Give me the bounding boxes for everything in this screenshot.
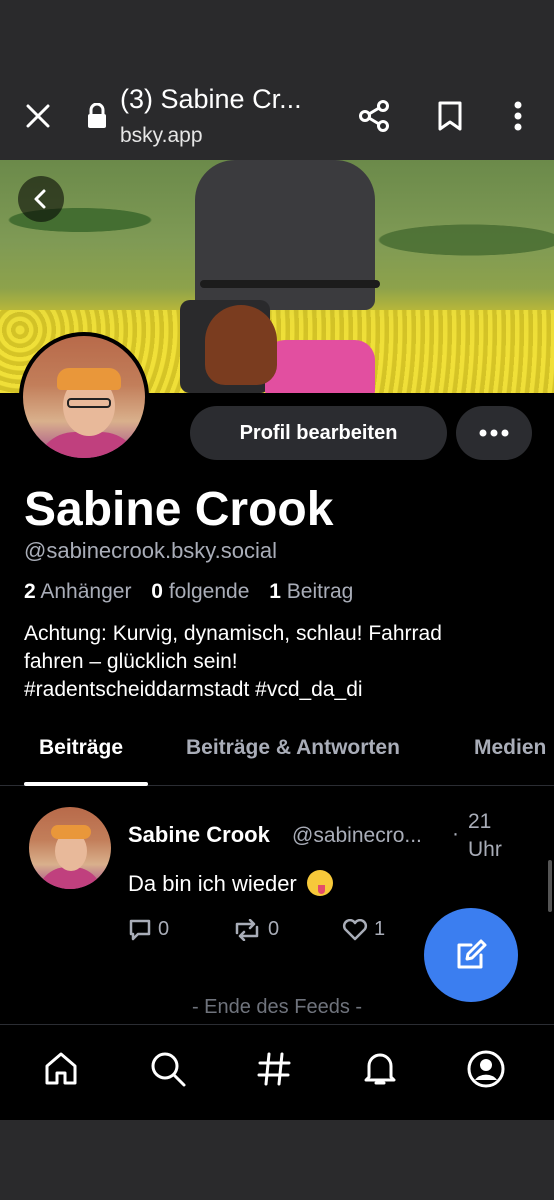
post-author[interactable]: Sabine Crook — [128, 822, 270, 848]
bookmark-icon[interactable] — [428, 94, 472, 138]
comment-icon — [129, 919, 151, 940]
nav-search-icon[interactable] — [146, 1047, 190, 1091]
profile-handle: @sabinecrook.bsky.social — [24, 538, 278, 563]
following-stat[interactable]: 0 folgende — [151, 580, 249, 603]
reply-button[interactable]: 0 — [128, 918, 169, 941]
nav-profile-icon[interactable] — [464, 1047, 508, 1091]
zany-face-emoji-icon — [306, 870, 333, 896]
profile-more-button[interactable] — [456, 406, 532, 460]
nav-notifications-bell-icon[interactable] — [358, 1047, 402, 1091]
bottom-navigation — [0, 1024, 554, 1120]
browser-toolbar: (3) Sabine Cr... bsky.app — [0, 76, 554, 160]
bio-hashtags[interactable]: #radentscheiddarmstadt #vcd_da_di — [24, 676, 534, 704]
lock-icon — [86, 102, 108, 129]
feed-end-label: - Ende des Feeds - — [191, 996, 363, 1018]
status-bar — [0, 0, 554, 76]
chevron-left-icon — [34, 189, 46, 209]
post-avatar[interactable] — [29, 807, 111, 889]
post-timestamp: 21 Uhr — [468, 810, 502, 861]
profile-stats: 2 Anhänger 0 folgende 1 Beitrag — [24, 580, 367, 604]
scrollbar[interactable] — [548, 860, 552, 912]
back-button[interactable] — [18, 176, 64, 222]
avatar[interactable] — [19, 332, 149, 462]
post-text: Da bin ich wieder — [128, 870, 333, 897]
like-button[interactable]: 1 — [342, 918, 385, 941]
active-tab-indicator — [24, 782, 148, 786]
more-vertical-icon[interactable] — [498, 94, 538, 138]
nav-home-icon[interactable] — [39, 1047, 83, 1091]
page-title: (3) Sabine Cr... — [120, 84, 302, 114]
tab-posts-and-replies[interactable]: Beiträge & Antworten — [186, 736, 400, 760]
followers-stat[interactable]: 2 Anhänger — [24, 580, 131, 603]
tab-posts[interactable]: Beiträge — [39, 736, 123, 760]
repost-icon — [235, 918, 259, 941]
compose-button[interactable] — [424, 908, 518, 1002]
heart-icon — [342, 918, 368, 940]
post-separator: · — [452, 822, 459, 845]
edit-profile-button[interactable]: Profil bearbeiten — [190, 406, 447, 460]
close-icon[interactable] — [18, 96, 58, 136]
profile-tabs: Beiträge Beiträge & Antworten Medien — [0, 720, 554, 786]
page-url[interactable]: bsky.app — [120, 124, 203, 148]
posts-stat: 1 Beitrag — [269, 580, 354, 603]
share-icon[interactable] — [352, 94, 396, 138]
more-horizontal-icon — [479, 429, 509, 437]
compose-icon — [457, 939, 487, 969]
tab-media[interactable]: Medien — [474, 736, 546, 760]
post-handle[interactable]: @sabinecro... — [292, 824, 422, 848]
profile-bio: Achtung: Kurvig, dynamisch, schlau! Fahr… — [24, 620, 534, 704]
system-navigation-bar — [0, 1120, 554, 1200]
repost-button[interactable]: 0 — [232, 918, 279, 941]
nav-feeds-hash-icon[interactable] — [252, 1047, 296, 1091]
profile-name: Sabine Crook — [24, 483, 334, 536]
